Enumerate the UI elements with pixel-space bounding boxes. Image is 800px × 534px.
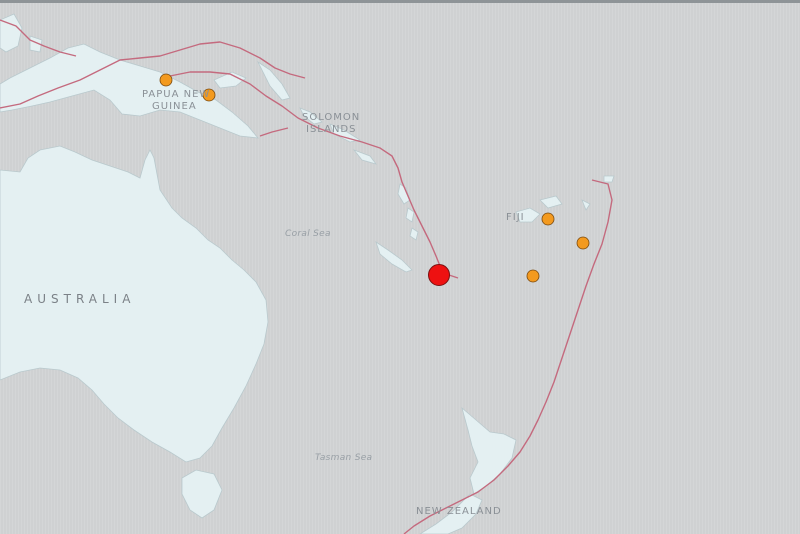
earthquake-mainshock-marker[interactable]	[428, 264, 450, 286]
png-label-line1: PAPUA NEW	[142, 89, 211, 100]
earthquake-marker[interactable]	[541, 212, 555, 226]
earthquake-marker[interactable]	[576, 236, 590, 250]
png-label-line2: GUINEA	[152, 101, 197, 112]
earthquake-map[interactable]: PAPUA NEW GUINEA SOLOMON ISLANDS FIJI AU…	[0, 0, 800, 534]
australia-label: AUSTRALIA	[24, 292, 136, 306]
new-zealand-label: NEW ZEALAND	[416, 506, 502, 517]
coral-sea-label: Coral Sea	[285, 229, 331, 239]
earthquake-marker[interactable]	[526, 269, 540, 283]
fiji-label: FIJI	[506, 212, 525, 223]
tasman-sea-label: Tasman Sea	[315, 453, 373, 463]
earthquake-markers	[159, 73, 590, 286]
earthquake-marker[interactable]	[159, 73, 173, 87]
solomon-label-line1: SOLOMON	[302, 112, 361, 123]
solomon-label-line2: ISLANDS	[306, 124, 357, 135]
